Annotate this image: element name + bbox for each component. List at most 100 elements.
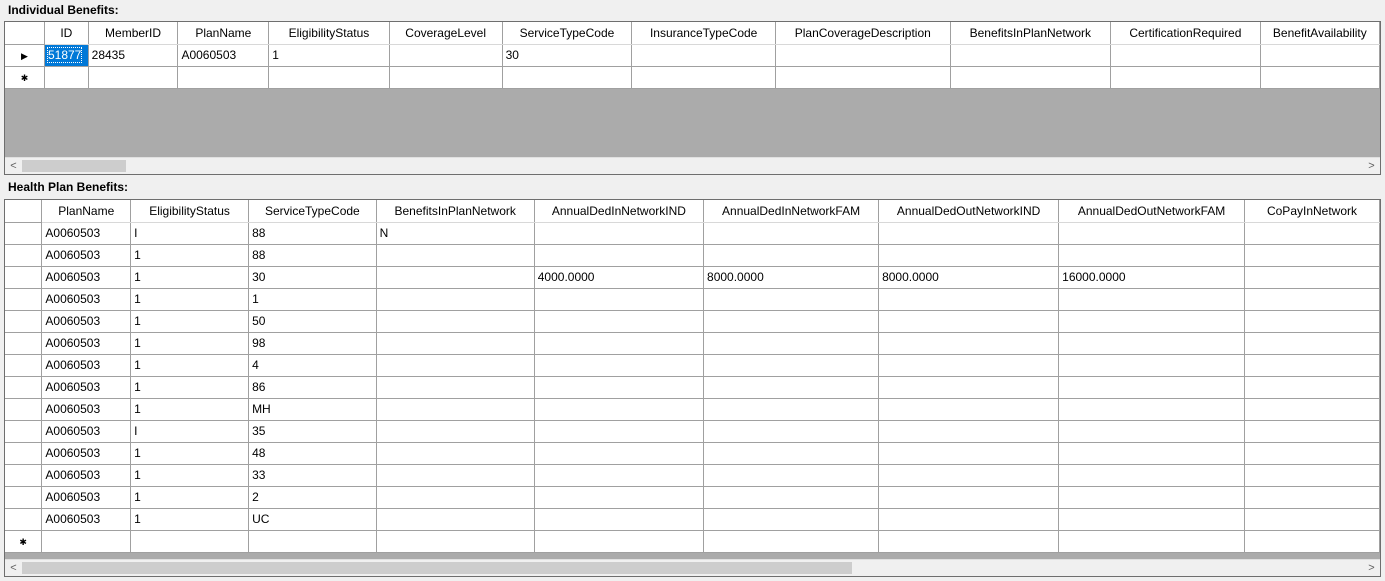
scrollbar-thumb[interactable] [22,562,852,574]
column-header[interactable]: InsuranceTypeCode [631,22,776,45]
row-header[interactable] [5,222,43,245]
table-cell[interactable] [1244,376,1380,399]
column-header[interactable]: BenefitAvailability [1260,22,1380,45]
scroll-left-arrow-icon[interactable]: < [5,560,22,576]
table-cell[interactable]: MH [248,398,377,421]
table-cell[interactable]: 51877 [44,44,89,67]
column-header[interactable]: PlanName [177,22,270,45]
table-cell[interactable] [1058,332,1245,355]
table-cell[interactable]: 30 [502,44,633,67]
table-cell[interactable] [1058,420,1245,443]
table-cell[interactable]: A0060503 [41,464,132,487]
table-cell[interactable]: A0060503 [41,398,132,421]
column-header[interactable]: ID [44,22,89,45]
table-row[interactable]: A0060503 1 2 [5,486,1380,509]
table-cell[interactable] [130,530,250,553]
table-cell[interactable] [1260,44,1380,67]
table-cell[interactable]: 1 [130,332,250,355]
column-header[interactable]: CoverageLevel [389,22,503,45]
table-cell[interactable] [878,530,1060,553]
table-cell[interactable] [248,530,377,553]
table-cell[interactable]: A0060503 [41,354,132,377]
table-row[interactable]: A0060503 I 88 N [5,222,1380,245]
table-cell[interactable] [878,222,1060,245]
table-cell[interactable]: 30 [248,266,377,289]
table-cell[interactable] [177,66,270,89]
table-cell[interactable] [703,420,880,443]
table-cell[interactable] [878,420,1060,443]
grid-corner-cell[interactable] [5,200,43,223]
table-cell[interactable] [376,244,535,267]
table-cell[interactable] [376,508,535,531]
table-cell[interactable]: A0060503 [41,376,132,399]
table-cell[interactable]: 1 [130,354,250,377]
table-cell[interactable] [1058,464,1245,487]
table-cell[interactable] [1244,442,1380,465]
table-cell[interactable] [534,288,705,311]
table-cell[interactable] [1244,530,1380,553]
row-header[interactable] [5,442,43,465]
column-header[interactable]: CertificationRequired [1110,22,1261,45]
table-cell[interactable] [1058,244,1245,267]
table-cell[interactable] [703,398,880,421]
row-header[interactable] [5,266,43,289]
table-cell[interactable] [534,310,705,333]
table-cell[interactable]: 8000.0000 [878,266,1060,289]
table-cell[interactable]: 2 [248,486,377,509]
table-cell[interactable] [376,464,535,487]
table-cell[interactable] [1244,244,1380,267]
table-cell[interactable]: 1 [130,266,250,289]
table-cell[interactable]: 16000.0000 [1058,266,1245,289]
column-header[interactable]: EligibilityStatus [268,22,390,45]
table-cell[interactable] [502,66,633,89]
table-cell[interactable]: 28435 [88,44,179,67]
table-cell[interactable]: A0060503 [41,508,132,531]
table-cell[interactable]: 1 [130,376,250,399]
table-cell[interactable]: A0060503 [41,266,132,289]
table-cell[interactable] [703,332,880,355]
new-row[interactable]: ✱ [5,66,1380,89]
table-cell[interactable] [878,288,1060,311]
table-cell[interactable] [1058,530,1245,553]
table-cell[interactable] [376,442,535,465]
column-header[interactable]: BenefitsInPlanNetwork [376,200,535,223]
table-cell[interactable]: A0060503 [41,486,132,509]
scroll-right-arrow-icon[interactable]: > [1363,560,1380,576]
table-cell[interactable] [1244,508,1380,531]
table-cell[interactable] [1058,354,1245,377]
table-cell[interactable] [631,44,776,67]
table-cell[interactable] [376,420,535,443]
table-cell[interactable] [703,222,880,245]
column-header[interactable]: EligibilityStatus [130,200,250,223]
table-row[interactable]: A0060503 1 30 4000.0000 8000.0000 8000.0000 16… [5,266,1380,289]
table-cell[interactable] [775,44,951,67]
table-cell[interactable] [1058,398,1245,421]
row-header[interactable] [5,508,43,531]
individual-benefits-grid[interactable]: ID MemberID PlanName EligibilityStatus Cover… [4,21,1381,175]
table-cell[interactable] [268,66,390,89]
table-cell[interactable] [376,288,535,311]
table-cell[interactable] [534,486,705,509]
scroll-right-arrow-icon[interactable]: > [1363,158,1380,174]
table-cell[interactable] [1058,288,1245,311]
table-cell[interactable]: 8000.0000 [703,266,880,289]
table-cell[interactable]: A0060503 [177,44,270,67]
table-cell[interactable] [534,354,705,377]
table-cell[interactable] [376,310,535,333]
column-header[interactable]: AnnualDedInNetworkFAM [703,200,880,223]
table-cell[interactable]: N [376,222,535,245]
table-cell[interactable] [376,486,535,509]
column-header[interactable]: AnnualDedOutNetworkIND [878,200,1060,223]
column-header[interactable]: ServiceTypeCode [248,200,377,223]
table-cell[interactable] [1244,332,1380,355]
table-cell[interactable] [534,442,705,465]
table-cell[interactable]: A0060503 [41,288,132,311]
table-cell[interactable] [534,332,705,355]
table-cell[interactable]: 88 [248,244,377,267]
table-cell[interactable]: A0060503 [41,420,132,443]
table-row[interactable]: A0060503 I 35 [5,420,1380,443]
table-cell[interactable] [534,222,705,245]
table-cell[interactable] [950,44,1112,67]
table-cell[interactable]: 1 [130,442,250,465]
table-cell[interactable] [534,398,705,421]
